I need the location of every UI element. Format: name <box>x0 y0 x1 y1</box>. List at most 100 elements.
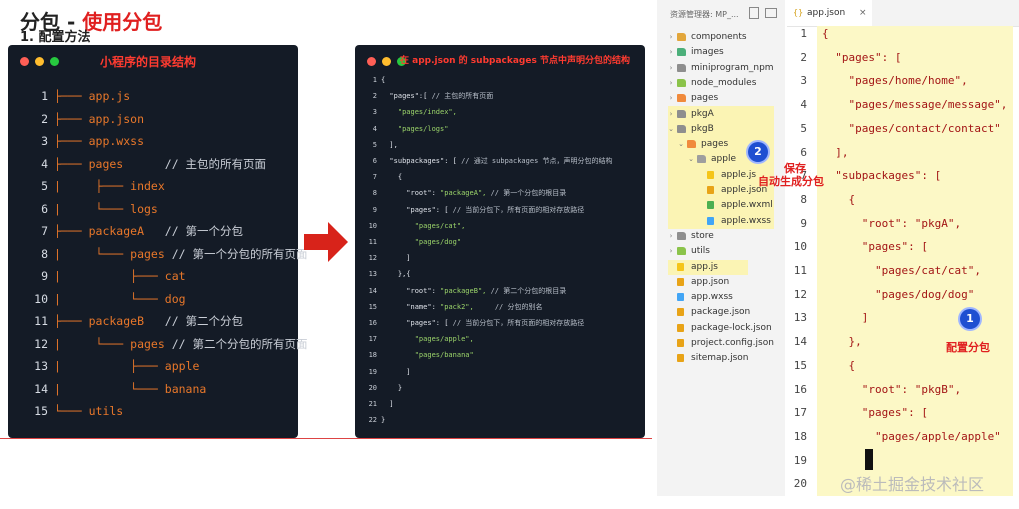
new-file-icon[interactable] <box>749 7 759 19</box>
code-text: } <box>381 416 386 425</box>
explorer-item[interactable]: app.wxss <box>657 290 785 305</box>
editor-line[interactable]: 17 "pages": [ <box>787 401 1019 425</box>
explorer-item[interactable]: › miniprogram_npm <box>657 61 785 76</box>
line-number: 18 <box>368 351 377 360</box>
editor-line[interactable]: 12 "pages/dog/dog" <box>787 283 1019 307</box>
explorer-item[interactable]: sitemap.json <box>657 351 785 366</box>
chevron-icon[interactable]: ⌄ <box>687 152 695 167</box>
section-subtitle: 1. 配置方法 <box>20 30 91 45</box>
explorer-item[interactable]: apple.wxss <box>657 214 785 229</box>
explorer-item[interactable]: app.json <box>657 275 785 290</box>
line-number: 6 <box>372 157 377 165</box>
editor-line[interactable]: 8 { <box>787 188 1019 212</box>
editor-line[interactable]: 4 "pages/message/message", <box>787 93 1019 117</box>
explorer-item[interactable]: package-lock.json <box>657 321 785 336</box>
file-icon <box>677 354 684 363</box>
editor-line[interactable]: 2 "pages": [ <box>787 46 1019 70</box>
explorer-item[interactable]: apple.wxml <box>657 198 785 213</box>
editor-line[interactable]: 15 { <box>787 354 1019 378</box>
code-line: 9 "pages": [ // 当前分包下，所有页面的相对存放路径 <box>355 202 645 218</box>
line-number: 13 <box>34 359 48 373</box>
line-number: 20 <box>368 383 377 392</box>
code-line: 17 "pages/apple", <box>355 331 645 347</box>
line-number: 17 <box>368 335 377 344</box>
folder-icon <box>687 140 696 149</box>
chevron-icon[interactable]: › <box>667 45 675 60</box>
explorer-item[interactable]: › utils <box>657 244 785 259</box>
editor-line[interactable]: 13 ] <box>787 306 1019 330</box>
callout-configure-subpackage: 配置分包 <box>946 341 990 354</box>
line-number: 9 <box>372 205 377 214</box>
explorer-item[interactable]: › components <box>657 30 785 45</box>
line-number: 15 <box>34 404 48 418</box>
editor-line[interactable]: 6 ], <box>787 141 1019 165</box>
folder-icon <box>677 33 686 41</box>
explorer-item[interactable]: › node_modules <box>657 76 785 91</box>
new-folder-icon[interactable] <box>765 8 777 18</box>
code-text: "pages/cat/cat", <box>822 264 981 277</box>
folder-icon <box>677 63 686 72</box>
line-number: 3 <box>372 108 377 117</box>
code-text: }, <box>822 335 862 349</box>
explorer-item[interactable]: › images <box>657 45 785 60</box>
code-line: 13 },{ <box>355 266 645 282</box>
line-number: 18 <box>793 429 807 443</box>
code-text: },{ <box>381 270 411 279</box>
editor-line[interactable]: 10 "pages": [ <box>787 235 1019 259</box>
editor-line[interactable]: 19 <box>787 449 1019 473</box>
code-text: "pages/message/message", <box>822 98 1008 112</box>
code-text: "pages": [ // 当前分包下，所有页面的相对存放路径 <box>381 205 585 214</box>
line-number: 4 <box>41 156 48 171</box>
editor-line[interactable]: 3 "pages/home/home", <box>787 69 1019 93</box>
chevron-icon[interactable]: › <box>667 244 675 259</box>
item-label: miniprogram_npm <box>691 62 774 73</box>
code-text: "pages": [ <box>822 50 902 64</box>
explorer-item[interactable]: app.js <box>657 260 785 275</box>
code-text: "pages/cat", <box>414 221 466 230</box>
explorer-item[interactable]: › pages <box>657 91 785 106</box>
line-number: 15 <box>368 302 377 311</box>
code-line: 7 { <box>355 169 645 185</box>
chevron-icon[interactable]: ⌄ <box>677 137 685 152</box>
code-line: 1{ <box>355 72 645 88</box>
window-controls <box>20 57 59 66</box>
line-number: 16 <box>368 319 377 327</box>
explorer-item[interactable]: project.config.json <box>657 336 785 351</box>
editor-line[interactable]: 5 "pages/contact/contact" <box>787 117 1019 141</box>
tree-entry: | └─── pages // 第二个分包的所有页面 <box>54 336 308 351</box>
chevron-icon[interactable]: › <box>667 229 675 244</box>
tree-line: 10 | └─── dog <box>8 288 298 310</box>
chevron-icon[interactable]: › <box>667 76 675 91</box>
code-text: "root": "packageB", // 第二个分包的根目录 <box>381 286 567 295</box>
panel-title: 在 app.json 的 subpackages 节点中声明分包的结构 <box>400 56 630 66</box>
code-line: 18 "pages/banana" <box>355 347 645 363</box>
code-text: "pages": [ <box>822 406 928 420</box>
explorer-item[interactable]: › store <box>657 229 785 244</box>
file-icon <box>707 170 714 179</box>
code-text: ] <box>381 254 411 263</box>
chevron-icon[interactable]: ⌄ <box>667 122 675 137</box>
line-number: 1 <box>41 89 48 103</box>
tree-line: 2 ├─── app.json <box>8 108 298 130</box>
editor-line[interactable]: 16 "root": "pkgB", <box>787 378 1019 402</box>
item-label: node_modules <box>691 77 757 88</box>
code-text: "subpackages": [ <box>822 169 942 183</box>
folder-icon <box>677 124 686 133</box>
explorer-item[interactable]: ⌄ pkgB <box>657 122 785 137</box>
explorer-item[interactable]: › pkgA <box>657 107 785 122</box>
chevron-icon[interactable]: › <box>667 107 675 122</box>
item-label: apple.js <box>721 169 757 180</box>
chevron-icon[interactable]: › <box>667 61 675 76</box>
chevron-icon[interactable]: › <box>667 30 675 45</box>
editor-line[interactable]: 1{ <box>787 22 1019 46</box>
code-text: { <box>822 192 856 206</box>
editor-line[interactable]: 9 "root": "pkgA", <box>787 212 1019 236</box>
close-dot-icon <box>20 57 29 66</box>
chevron-icon[interactable]: › <box>667 91 675 106</box>
explorer-item[interactable]: package.json <box>657 305 785 320</box>
line-number: 19 <box>368 367 377 376</box>
line-number: 20 <box>793 477 807 491</box>
editor-line[interactable]: 11 "pages/cat/cat", <box>787 259 1019 283</box>
code-text: ] <box>381 367 411 376</box>
editor-line[interactable]: 18 "pages/apple/apple" <box>787 425 1019 449</box>
